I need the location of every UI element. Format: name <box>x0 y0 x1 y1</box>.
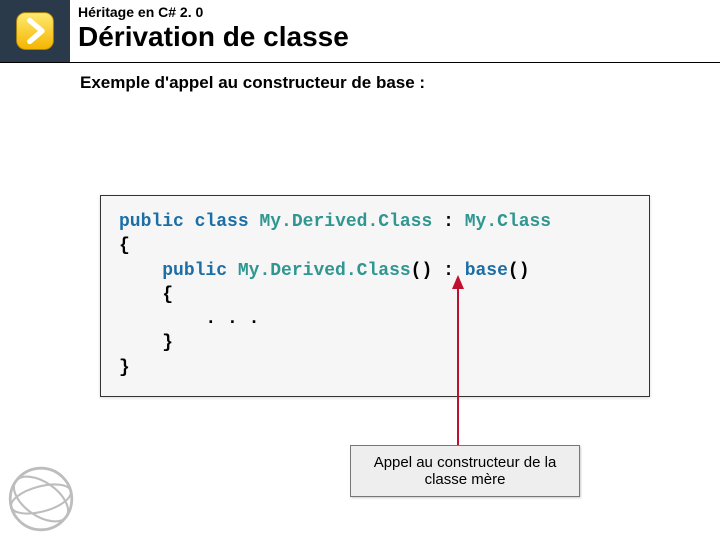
callout-box: Appel au constructeur de la classe mère <box>350 445 580 497</box>
footer-logo-icon <box>6 464 76 534</box>
keyword-public: public <box>162 261 227 281</box>
code-line-2: { <box>119 234 633 258</box>
code-line-3: public My.Derived.Class() : base() <box>119 259 633 283</box>
code-line-4: { <box>119 283 633 307</box>
keyword-base: base <box>465 261 508 281</box>
title-block: Héritage en C# 2. 0 Dérivation de classe <box>70 0 349 62</box>
parens: () <box>508 261 530 281</box>
code-line-5: . . . <box>119 307 633 331</box>
slide-subtitle: Exemple d'appel au constructeur de base … <box>0 63 720 93</box>
chevron-right-icon <box>14 10 56 52</box>
type-base: My.Class <box>465 212 551 232</box>
page-title: Dérivation de classe <box>78 22 349 53</box>
type-derived: My.Derived.Class <box>259 212 432 232</box>
parens: () <box>411 261 433 281</box>
keyword-public: public <box>119 212 184 232</box>
code-line-6: } <box>119 331 633 355</box>
slide-header: Héritage en C# 2. 0 Dérivation de classe <box>0 0 720 63</box>
header-arrow-icon <box>0 0 70 62</box>
colon: : <box>432 212 464 232</box>
type-derived-ctor: My.Derived.Class <box>238 261 411 281</box>
colon: : <box>432 261 464 281</box>
keyword-class: class <box>195 212 249 232</box>
code-line-1: public class My.Derived.Class : My.Class <box>119 210 633 234</box>
code-line-7: } <box>119 356 633 380</box>
breadcrumb: Héritage en C# 2. 0 <box>78 4 349 20</box>
code-sample: public class My.Derived.Class : My.Class… <box>100 195 650 397</box>
